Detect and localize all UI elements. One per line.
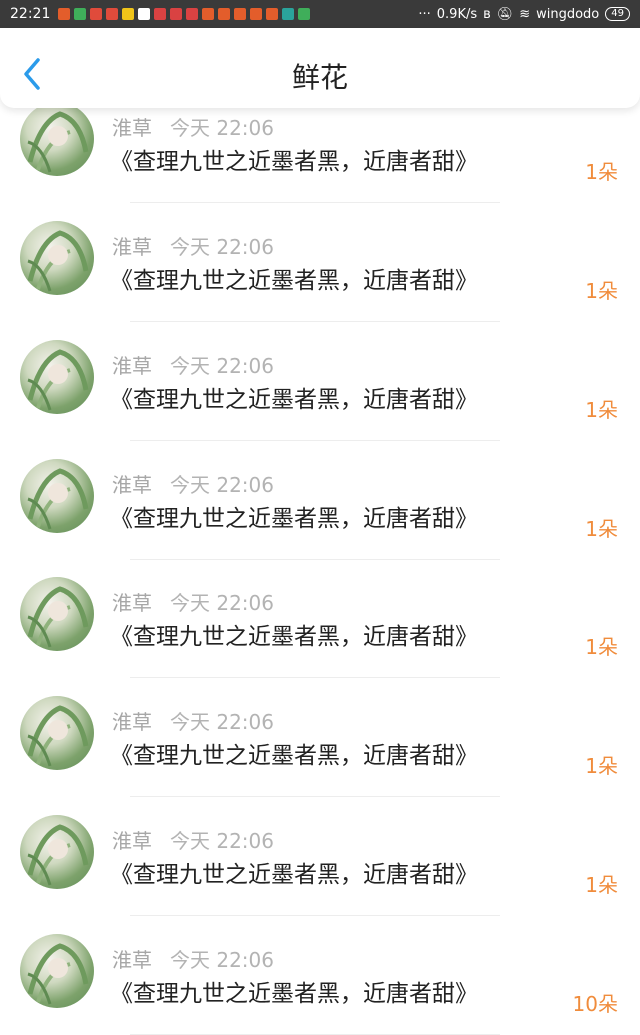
user-name[interactable]: 淮草 — [112, 944, 152, 973]
notification-icon — [106, 8, 119, 20]
notification-icon — [202, 8, 215, 20]
user-name[interactable]: 淮草 — [112, 112, 152, 141]
notification-icon — [282, 8, 295, 20]
timestamp: 今天 22:06 — [170, 948, 274, 972]
flower-count: 1朵 — [585, 873, 618, 897]
net-speed: 0.9K/s — [436, 6, 478, 22]
more-icon: ··· — [418, 6, 431, 22]
timestamp: 今天 22:06 — [170, 354, 274, 378]
notification-icon — [266, 8, 279, 20]
avatar[interactable] — [20, 221, 94, 295]
flower-message: 《查理九世之近墨者黑，近唐者甜》 — [110, 624, 478, 650]
timestamp: 今天 22:06 — [170, 710, 274, 734]
timestamp: 今天 22:06 — [170, 591, 274, 615]
avatar-image — [27, 943, 89, 1005]
battery-icon: 49 — [605, 7, 630, 21]
status-right: ··· 0.9K/s ʙ 🔕︎ ≋ wingdodo 49 — [418, 7, 630, 22]
user-name[interactable]: 淮草 — [112, 469, 152, 498]
list-item[interactable]: 淮草 今天 22:06 《查理九世之近墨者黑，近唐者甜》 10朵 — [0, 916, 640, 1035]
timestamp: 今天 22:06 — [170, 473, 274, 497]
notification-icon — [58, 8, 71, 20]
notification-icon — [122, 8, 135, 20]
list-item[interactable]: 淮草 今天 22:06 《查理九世之近墨者黑，近唐者甜》 1朵 — [0, 203, 640, 322]
list-item[interactable]: 淮草 今天 22:06 《查理九世之近墨者黑，近唐者甜》 1朵 — [0, 441, 640, 560]
flower-message: 《查理九世之近墨者黑，近唐者甜》 — [110, 149, 478, 175]
notification-icon — [74, 8, 87, 20]
flower-message: 《查理九世之近墨者黑，近唐者甜》 — [110, 268, 478, 294]
avatar[interactable] — [20, 459, 94, 533]
bluetooth-icon: ʙ — [483, 6, 491, 22]
avatar[interactable] — [20, 102, 94, 176]
notification-icon — [138, 8, 151, 20]
list-item[interactable]: 淮草 今天 22:06 《查理九世之近墨者黑，近唐者甜》 1朵 — [0, 678, 640, 797]
list-item[interactable]: 淮草 今天 22:06 《查理九世之近墨者黑，近唐者甜》 1朵 — [0, 559, 640, 678]
user-name[interactable]: 淮草 — [112, 706, 152, 735]
list-item[interactable]: 淮草 今天 22:06 《查理九世之近墨者黑，近唐者甜》 1朵 — [0, 322, 640, 441]
timestamp: 今天 22:06 — [170, 116, 274, 140]
avatar-image — [27, 111, 89, 173]
header: 鲜花 — [0, 28, 640, 108]
notification-icons — [58, 8, 418, 20]
status-bar: 22:21 ··· 0.9K/s ʙ 🔕︎ ≋ wingdodo 49 — [0, 0, 640, 28]
avatar[interactable] — [20, 815, 94, 889]
notification-icon — [186, 8, 199, 20]
user-name[interactable]: 淮草 — [112, 825, 152, 854]
avatar-image — [27, 468, 89, 530]
flower-message: 《查理九世之近墨者黑，近唐者甜》 — [110, 387, 478, 413]
avatar-image — [27, 705, 89, 767]
user-name[interactable]: 淮草 — [112, 231, 152, 260]
flower-count: 1朵 — [585, 160, 618, 184]
avatar[interactable] — [20, 340, 94, 414]
notification-icon — [154, 8, 167, 20]
flower-message: 《查理九世之近墨者黑，近唐者甜》 — [110, 862, 478, 888]
notification-icon — [170, 8, 183, 20]
flower-message: 《查理九世之近墨者黑，近唐者甜》 — [110, 743, 478, 769]
notification-icon — [90, 8, 103, 20]
flower-count: 1朵 — [585, 398, 618, 422]
avatar[interactable] — [20, 577, 94, 651]
wifi-icon: ≋ — [519, 6, 531, 22]
user-name[interactable]: 淮草 — [112, 350, 152, 379]
flower-count: 1朵 — [585, 279, 618, 303]
page-title: 鲜花 — [291, 61, 348, 94]
avatar-image — [27, 349, 89, 411]
flower-message: 《查理九世之近墨者黑，近唐者甜》 — [110, 506, 478, 532]
notification-icon — [234, 8, 247, 20]
flower-count: 1朵 — [585, 517, 618, 541]
avatar-image — [27, 824, 89, 886]
notification-icon — [250, 8, 263, 20]
flower-count: 1朵 — [585, 754, 618, 778]
avatar-image — [27, 230, 89, 292]
list-item[interactable]: 淮草 今天 22:06 《查理九世之近墨者黑，近唐者甜》 1朵 — [0, 797, 640, 916]
avatar[interactable] — [20, 696, 94, 770]
flower-message: 《查理九世之近墨者黑，近唐者甜》 — [110, 981, 478, 1007]
avatar-image — [27, 586, 89, 648]
notification-icon — [298, 8, 311, 20]
avatar[interactable] — [20, 934, 94, 1008]
status-time: 22:21 — [10, 6, 51, 22]
timestamp: 今天 22:06 — [170, 235, 274, 259]
wifi-name: wingdodo — [536, 6, 600, 22]
notification-icon — [218, 8, 231, 20]
flower-count: 10朵 — [572, 992, 618, 1016]
flower-count: 1朵 — [585, 635, 618, 659]
timestamp: 今天 22:06 — [170, 829, 274, 853]
user-name[interactable]: 淮草 — [112, 587, 152, 616]
mute-icon: 🔕︎ — [496, 6, 514, 22]
